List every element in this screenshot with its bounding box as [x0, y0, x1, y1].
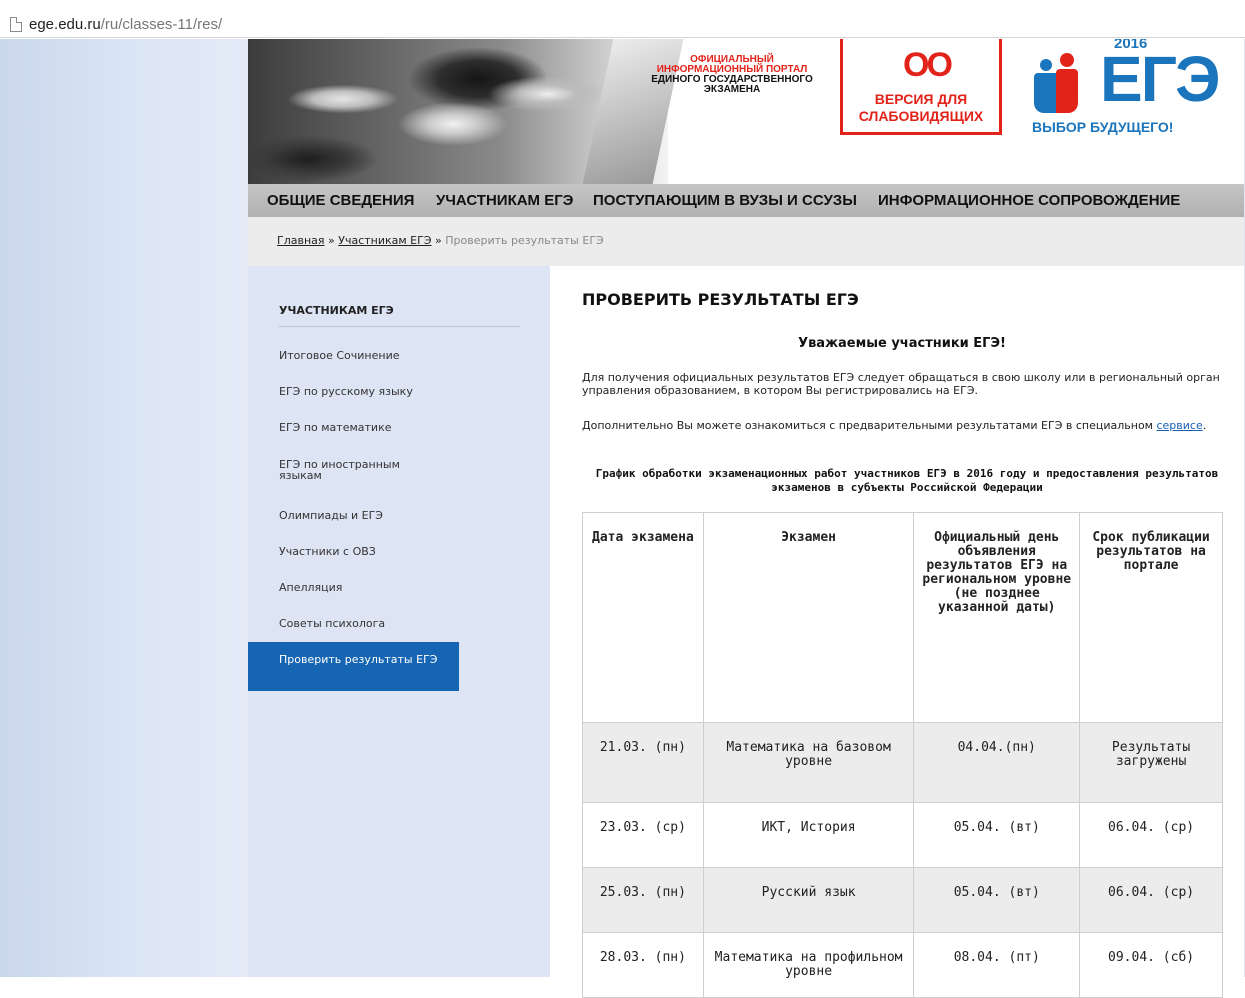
sidebar: УЧАСТНИКАМ ЕГЭ Итоговое Сочинение ЕГЭ по… — [248, 266, 550, 977]
cell-exam: Русский язык — [702, 867, 915, 933]
greeting-heading: Уважаемые участники ЕГЭ! — [798, 336, 1006, 351]
cell-exam-date: 21.03. (пн) — [582, 722, 704, 803]
nav-participants[interactable]: УЧАСТНИКАМ ЕГЭ — [436, 192, 573, 209]
ege-logo[interactable]: 2016 ЕГЭ ВЫБОР БУДУЩЕГО! — [1032, 39, 1234, 149]
header-exam-date: Дата экзамена — [582, 512, 704, 723]
breadcrumb-section-link[interactable]: Участникам ЕГЭ — [338, 234, 431, 247]
sidebar-title: УЧАСТНИКАМ ЕГЭ — [279, 304, 394, 317]
table-caption: График обработки экзаменационных работ у… — [595, 467, 1219, 494]
table-header-row: Дата экзамена Экзамен Официальный день о… — [582, 512, 1223, 723]
nav-info-support[interactable]: ИНФОРМАЦИОННОЕ СОПРОВОЖДЕНИЕ — [878, 192, 1180, 209]
nav-general-info[interactable]: ОБЩИЕ СВЕДЕНИЯ — [267, 192, 414, 209]
cell-exam: Математика на базовом уровне — [702, 722, 915, 803]
cell-exam: Математика на профильном уровне — [702, 932, 915, 998]
low-vision-version-button[interactable]: OO ВЕРСИЯ ДЛЯ СЛАБОВИДЯЩИХ — [840, 39, 1002, 135]
ege-figures-icon — [1034, 47, 1100, 113]
logo-slogan: ВЫБОР БУДУЩЕГО! — [1032, 119, 1174, 135]
cell-official-date: 05.04. (вт) — [913, 802, 1081, 868]
results-schedule-table: Дата экзамена Экзамен Официальный день о… — [582, 512, 1223, 998]
nav-applicants[interactable]: ПОСТУПАЮЩИМ В ВУЗЫ И ССУЗЫ — [593, 192, 857, 209]
url-path: /ru/classes-11/res/ — [100, 16, 223, 33]
sidebar-item-foreign-languages[interactable]: ЕГЭ по иностранным языкам — [279, 459, 429, 481]
glasses-icon: OO — [903, 46, 953, 84]
low-vision-label-line: СЛАБОВИДЯЩИХ — [858, 108, 984, 124]
sidebar-item-olympiads[interactable]: Олимпиады и ЕГЭ — [279, 510, 429, 521]
cell-exam-date: 25.03. (пн) — [582, 867, 704, 933]
cell-publication-date: 09.04. (сб) — [1079, 932, 1223, 998]
page-title: ПРОВЕРИТЬ РЕЗУЛЬТАТЫ ЕГЭ — [582, 290, 859, 309]
top-navigation: ОБЩИЕ СВЕДЕНИЯ УЧАСТНИКАМ ЕГЭ ПОСТУПАЮЩИ… — [248, 184, 1244, 217]
table-row: 21.03. (пн) Математика на базовом уровне… — [582, 722, 1223, 803]
breadcrumb-current: Проверить результаты ЕГЭ — [445, 234, 604, 247]
cell-exam-date: 23.03. (ср) — [582, 802, 704, 868]
breadcrumb-separator: » — [435, 234, 442, 247]
cell-exam: ИКТ, История — [702, 802, 915, 868]
breadcrumb: Главная » Участникам ЕГЭ » Проверить рез… — [248, 217, 1244, 266]
cell-publication-date: Результаты загружены — [1079, 722, 1223, 803]
table-row: 25.03. (пн) Русский язык 05.04. (вт) 06.… — [582, 867, 1223, 933]
sidebar-item-russian[interactable]: ЕГЭ по русскому языку — [279, 386, 429, 397]
main-content: ПРОВЕРИТЬ РЕЗУЛЬТАТЫ ЕГЭ Уважаемые участ… — [550, 266, 1244, 998]
cell-publication-date: 06.04. (ср) — [1079, 802, 1223, 868]
table-row: 28.03. (пн) Математика на профильном уро… — [582, 932, 1223, 998]
low-vision-label: ВЕРСИЯ ДЛЯ СЛАБОВИДЯЩИХ — [843, 91, 999, 125]
sidebar-divider — [279, 326, 520, 327]
sidebar-item-final-essay[interactable]: Итоговое Сочинение — [279, 350, 429, 361]
table-row: 23.03. (ср) ИКТ, История 05.04. (вт) 06.… — [582, 802, 1223, 868]
portal-title: ОФИЦИАЛЬНЫЙ ИНФОРМАЦИОННЫЙ ПОРТАЛ ЕДИНОГ… — [632, 55, 832, 95]
address-bar[interactable]: ege.edu.ru/ru/classes-11/res/ — [0, 0, 1245, 38]
cell-official-date: 05.04. (вт) — [913, 867, 1081, 933]
paragraph-official-results: Для получения официальных результатов ЕГ… — [582, 371, 1220, 397]
logo-text: ЕГЭ — [1100, 43, 1220, 115]
service-link[interactable]: сервисе — [1156, 419, 1202, 432]
header-exam: Экзамен — [702, 512, 915, 723]
cell-official-date: 04.04.(пн) — [913, 722, 1081, 803]
site-header: ОФИЦИАЛЬНЫЙ ИНФОРМАЦИОННЫЙ ПОРТАЛ ЕДИНОГ… — [248, 39, 1244, 184]
cell-publication-date: 06.04. (ср) — [1079, 867, 1223, 933]
url-host: ege.edu.ru — [29, 16, 101, 33]
paragraph-end: . — [1202, 419, 1207, 432]
breadcrumb-separator: » — [328, 234, 335, 247]
portal-title-line: ЭКЗАМЕНА — [703, 84, 761, 95]
cell-official-date: 08.04. (пт) — [913, 932, 1081, 998]
low-vision-label-line: ВЕРСИЯ ДЛЯ — [874, 91, 968, 107]
sidebar-item-check-results[interactable]: Проверить результаты ЕГЭ — [248, 642, 459, 691]
page-icon — [10, 17, 22, 32]
paragraph-text: Дополнительно Вы можете ознакомиться с п… — [582, 419, 1153, 432]
cell-exam-date: 28.03. (пн) — [582, 932, 704, 998]
page-background-left — [0, 39, 248, 977]
url-text[interactable]: ege.edu.ru/ru/classes-11/res/ — [29, 16, 222, 33]
sidebar-item-psychologist[interactable]: Советы психолога — [279, 618, 429, 629]
paragraph-preliminary-results: Дополнительно Вы можете ознакомиться с п… — [582, 419, 1232, 432]
sidebar-item-math[interactable]: ЕГЭ по математике — [279, 422, 429, 433]
sidebar-item-disabilities[interactable]: Участники с ОВЗ — [279, 546, 429, 557]
breadcrumb-home-link[interactable]: Главная — [277, 234, 325, 247]
header-official-date: Официальный день объявления результатов … — [913, 512, 1081, 723]
sidebar-item-appeal[interactable]: Апелляция — [279, 582, 429, 593]
header-publication-date: Срок публикации результатов на портале — [1079, 512, 1223, 723]
